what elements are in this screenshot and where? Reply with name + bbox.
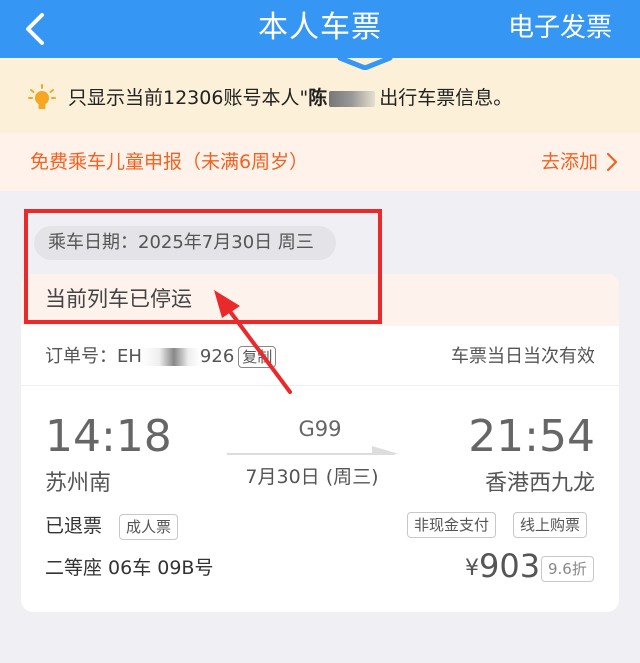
validity-note: 车票当日当次有效	[451, 346, 595, 367]
add-child-link[interactable]: 去添加	[541, 148, 598, 176]
ticket-price: ¥903	[465, 546, 540, 586]
arrival-station: 香港西九龙	[484, 471, 595, 496]
child-ticket-text: 免费乘车儿童申报（未满6周岁）	[30, 151, 309, 173]
passenger-name: 陈	[308, 87, 328, 109]
price-amount: 903	[479, 547, 541, 585]
redacted-order-digits	[141, 348, 200, 366]
currency-symbol: ¥	[465, 556, 479, 581]
annotation-highlight-box	[24, 209, 382, 324]
electronic-invoice-button[interactable]: 电子发票	[508, 12, 612, 44]
discount-tag: 9.6折	[541, 556, 594, 582]
arrival-time: 21:54	[468, 411, 595, 462]
order-number-suffix: 926	[199, 346, 235, 367]
lightbulb-icon	[28, 84, 56, 109]
ticket-card[interactable]: 当前列车已停运 订单号：EH 926 复制 车票当日当次有效 14:18 苏州南 G…	[21, 274, 619, 612]
child-ticket-banner[interactable]: 免费乘车儿童申报（未满6周岁） 去添加	[0, 133, 640, 191]
ticket-status: 已退票	[45, 515, 103, 537]
account-notice-bar: 只显示当前12306账号本人"陈 出行车票信息。	[0, 56, 640, 133]
app-header: 本人车票 电子发票	[0, 0, 640, 58]
pull-tab-icon[interactable]	[336, 56, 394, 70]
notice-suffix: 出行车票信息。	[379, 87, 513, 109]
order-row: 订单号：EH 926 复制 车票当日当次有效	[21, 326, 619, 386]
notice-text: 只显示当前12306账号本人"陈 出行车票信息。	[68, 84, 512, 112]
order-number-prefix: 订单号：EH	[45, 346, 142, 367]
chevron-right-icon	[606, 152, 618, 172]
copy-button[interactable]: 复制	[238, 346, 277, 368]
route-arrow-icon	[227, 446, 399, 455]
ticket-type-tag: 成人票	[119, 514, 179, 540]
payment-method-tag: 非现金支付	[407, 512, 497, 538]
notice-prefix: 只显示当前12306账号本人"	[68, 87, 309, 109]
seat-info: 二等座 06车 09B号	[45, 557, 214, 579]
redacted-name	[329, 90, 376, 107]
order-number: 订单号：EH 926 复制	[45, 344, 277, 370]
purchase-channel-tag: 线上购票	[513, 512, 588, 538]
